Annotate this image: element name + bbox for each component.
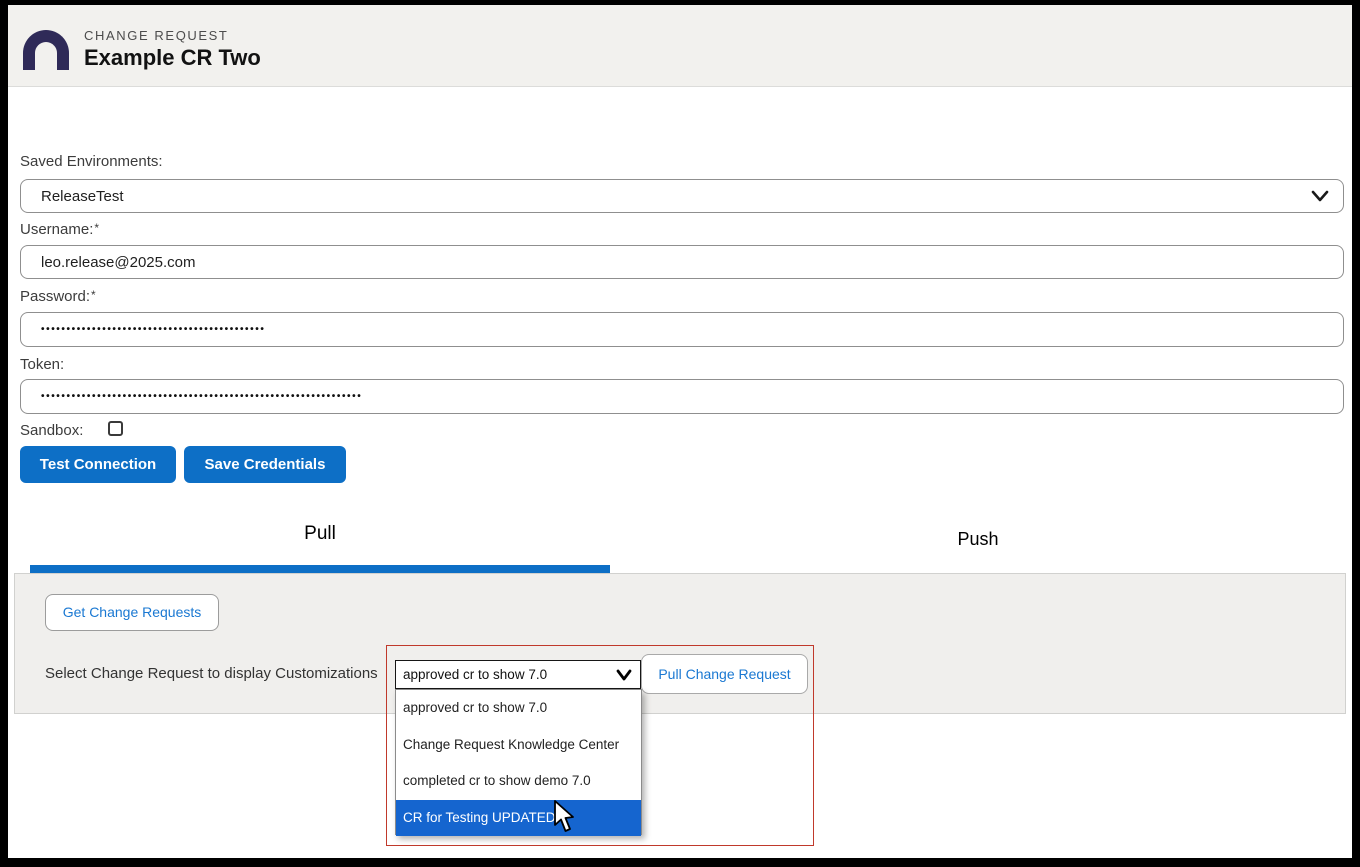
saved-environments-label: Saved Environments: [20,153,163,170]
app-window: CHANGE REQUEST Example CR Two Saved Envi… [0,0,1360,867]
saved-environments-select[interactable]: ReleaseTest [20,179,1344,213]
token-masked-value: ••••••••••••••••••••••••••••••••••••••••… [41,380,362,413]
token-input[interactable]: ••••••••••••••••••••••••••••••••••••••••… [20,379,1344,414]
option-approved-cr[interactable]: approved cr to show 7.0 [396,690,641,727]
option-cr-for-testing-updated[interactable]: CR for Testing UPDATED [396,800,641,837]
password-label: Password:* [20,288,96,305]
password-label-text: Password: [20,288,90,305]
get-change-requests-button[interactable]: Get Change Requests [45,594,219,631]
option-knowledge-center[interactable]: Change Request Knowledge Center [396,727,641,764]
username-label: Username:* [20,221,99,238]
tab-pull[interactable]: Pull [30,523,610,545]
saved-environments-value: ReleaseTest [41,180,124,213]
chevron-down-icon [616,669,632,681]
password-input[interactable]: ••••••••••••••••••••••••••••••••••••••••… [20,312,1344,347]
header: CHANGE REQUEST Example CR Two [8,5,1352,87]
select-change-request-label: Select Change Request to display Customi… [45,665,378,682]
tab-push[interactable]: Push [610,529,1346,550]
sandbox-checkbox[interactable] [108,421,123,436]
save-credentials-button[interactable]: Save Credentials [184,446,346,483]
token-label: Token: [20,356,64,373]
password-masked-value: ••••••••••••••••••••••••••••••••••••••••… [41,313,265,346]
test-connection-button[interactable]: Test Connection [20,446,176,483]
page-title: Example CR Two [84,45,261,71]
chevron-down-icon [1311,189,1329,203]
n-logo-icon [23,30,69,70]
sandbox-label: Sandbox: [20,422,83,439]
page: CHANGE REQUEST Example CR Two Saved Envi… [8,5,1352,858]
username-label-text: Username: [20,221,93,238]
active-tab-underline [30,565,610,573]
option-completed-cr[interactable]: completed cr to show demo 7.0 [396,763,641,800]
change-request-select[interactable]: approved cr to show 7.0 [395,660,641,689]
required-asterisk: * [91,288,96,302]
required-asterisk: * [94,221,99,235]
username-input[interactable]: leo.release@2025.com [20,245,1344,279]
pull-change-request-button[interactable]: Pull Change Request [641,654,808,694]
change-request-select-value: approved cr to show 7.0 [403,661,547,688]
change-request-options-list: approved cr to show 7.0 Change Request K… [395,689,642,835]
username-value: leo.release@2025.com [41,246,195,279]
header-eyebrow: CHANGE REQUEST [84,28,228,43]
